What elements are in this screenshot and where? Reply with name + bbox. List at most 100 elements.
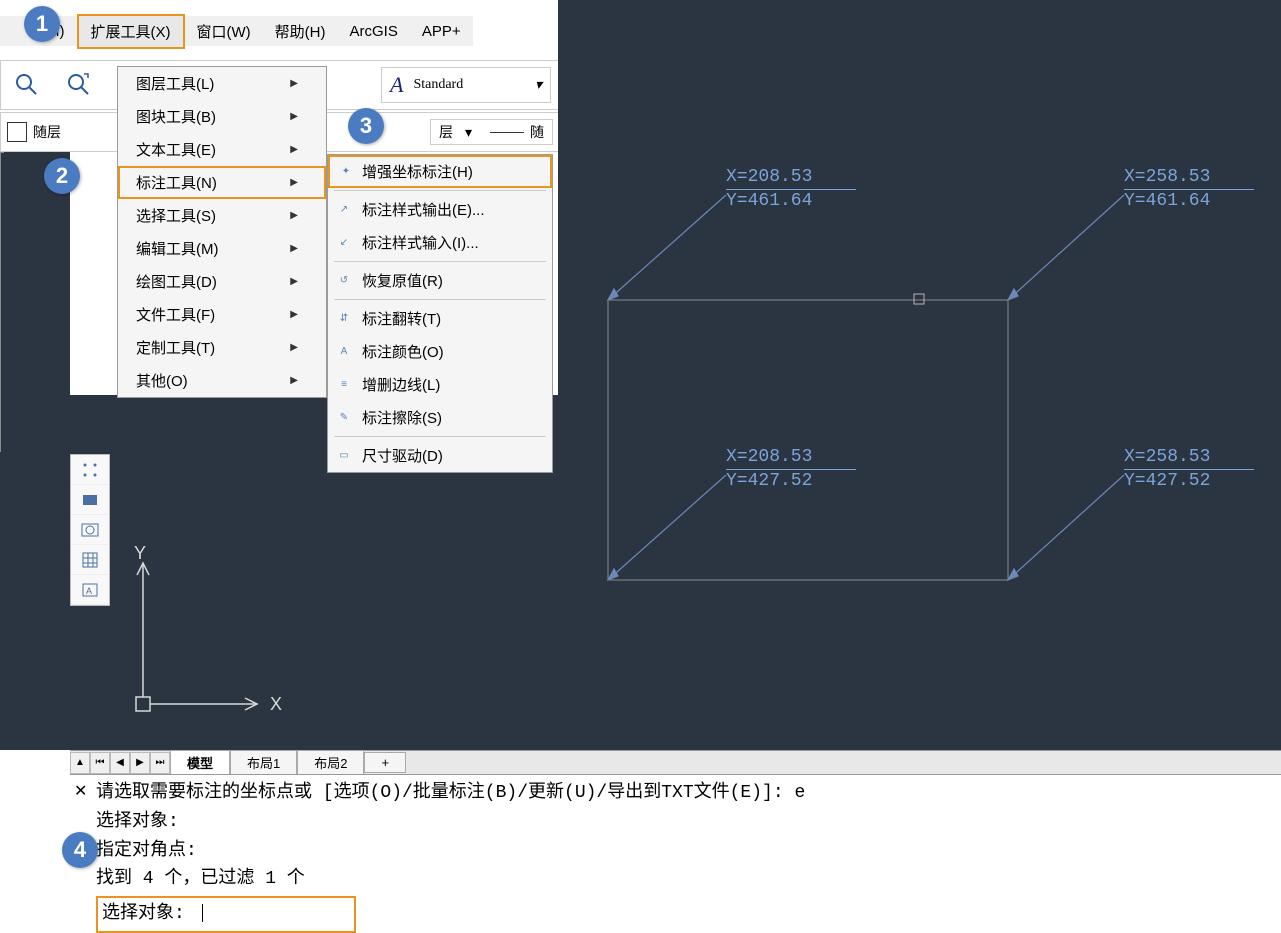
panel-border xyxy=(0,152,4,452)
command-line-panel: ✕ 请选取需要标注的坐标点或 [选项(O)/批量标注(B)/更新(U)/导出到T… xyxy=(70,774,1281,925)
submenu-flip[interactable]: ⇵标注翻转(T) xyxy=(328,302,552,335)
drive-icon: ▭ xyxy=(336,448,352,464)
tab-nav-first[interactable]: ⏮ xyxy=(90,752,110,774)
text-cursor xyxy=(202,904,203,922)
text-style-a-icon: A xyxy=(390,72,403,98)
extend-tools-menu: 图层工具(L)▶ 图块工具(B)▶ 文本工具(E)▶ 标注工具(N)▶ 选择工具… xyxy=(117,66,327,398)
restore-icon: ↺ xyxy=(336,273,352,289)
import-icon: ↙ xyxy=(336,235,352,251)
dimension-tools-submenu: ✦增强坐标标注(H) ↗标注样式输出(E)... ↙标注样式输入(I)... ↺… xyxy=(327,154,553,473)
svg-text:A: A xyxy=(86,586,92,596)
menu-file-tools[interactable]: 文件工具(F)▶ xyxy=(118,298,326,331)
menu-separator xyxy=(334,436,546,437)
submenu-arrow-icon: ▶ xyxy=(290,243,298,254)
menu-block-tools[interactable]: 图块工具(B)▶ xyxy=(118,100,326,133)
text-style-value: Standard xyxy=(413,77,463,93)
submenu-arrow-icon: ▶ xyxy=(290,177,298,188)
tab-layout1[interactable]: 布局1 xyxy=(230,750,297,775)
submenu-dim-erase[interactable]: ✎标注擦除(S) xyxy=(328,401,552,434)
ucs-y-label: Y xyxy=(134,545,146,563)
submenu-style-import[interactable]: ↙标注样式输入(I)... xyxy=(328,226,552,259)
menu-app-plus[interactable]: APP+ xyxy=(410,18,473,45)
submenu-add-del-line[interactable]: ≡增删边线(L) xyxy=(328,368,552,401)
tab-nav-last[interactable]: ⏭ xyxy=(150,752,170,774)
edge-icon: ≡ xyxy=(336,377,352,393)
zoom-extents-icon[interactable] xyxy=(61,67,97,103)
tool-points[interactable] xyxy=(71,455,109,485)
menu-text-tools[interactable]: 文本工具(E)▶ xyxy=(118,133,326,166)
menu-separator xyxy=(334,299,546,300)
cmd-history-line: 指定对角点: xyxy=(96,837,1277,866)
submenu-enhanced-coord[interactable]: ✦增强坐标标注(H) xyxy=(328,155,552,188)
menu-bar: (M) 扩展工具(X) 窗口(W) 帮助(H) ArcGIS APP+ xyxy=(0,16,473,46)
drawing-svg xyxy=(558,0,1281,750)
tool-text-frame[interactable]: A xyxy=(71,575,109,605)
tool-grid[interactable] xyxy=(71,545,109,575)
tool-circle[interactable] xyxy=(71,515,109,545)
tab-nav-up[interactable]: ▲ xyxy=(70,752,90,774)
menu-arcgis[interactable]: ArcGIS xyxy=(337,18,409,45)
step-badge-1: 1 xyxy=(24,6,60,42)
step-badge-4: 4 xyxy=(62,832,98,868)
submenu-arrow-icon: ▶ xyxy=(290,78,298,89)
drawing-canvas[interactable]: X=208.53 Y=461.64 X=258.53 Y=461.64 X=20… xyxy=(558,0,1281,750)
command-prompt: 选择对象: xyxy=(102,904,185,924)
cmd-history-line: 找到 4 个，已过滤 1 个 xyxy=(96,865,1277,894)
layer-suffix: 随 xyxy=(530,122,544,142)
tab-nav-prev[interactable]: ◀ xyxy=(110,752,130,774)
tab-layout2[interactable]: 布局2 xyxy=(297,750,364,775)
menu-layer-tools[interactable]: 图层工具(L)▶ xyxy=(118,67,326,100)
submenu-arrow-icon: ▶ xyxy=(290,276,298,287)
close-icon[interactable]: ✕ xyxy=(74,779,87,805)
submenu-arrow-icon: ▶ xyxy=(290,210,298,221)
coord-label-top-right: X=258.53 Y=461.64 xyxy=(1124,166,1254,214)
step-badge-3: 3 xyxy=(348,108,384,144)
draw-tool-palette: A xyxy=(70,454,110,606)
erase-icon: ✎ xyxy=(336,410,352,426)
layout-tabs: ▲ ⏮ ◀ ▶ ⏭ 模型 布局1 布局2 + xyxy=(70,750,1281,774)
submenu-size-drive[interactable]: ▭尺寸驱动(D) xyxy=(328,439,552,472)
color-icon: A xyxy=(336,344,352,360)
submenu-restore[interactable]: ↺恢复原值(R) xyxy=(328,264,552,297)
chevron-down-icon: ▾ xyxy=(535,77,542,94)
submenu-arrow-icon: ▶ xyxy=(290,342,298,353)
flip-icon: ⇵ xyxy=(336,311,352,327)
ucs-icon: Y X xyxy=(130,545,290,725)
layer-char: 层 xyxy=(439,122,453,142)
submenu-arrow-icon: ▶ xyxy=(290,309,298,320)
tab-add[interactable]: + xyxy=(364,752,406,773)
menu-separator xyxy=(334,190,546,191)
submenu-style-export[interactable]: ↗标注样式输出(E)... xyxy=(328,193,552,226)
zoom-window-icon[interactable] xyxy=(9,67,45,103)
menu-other[interactable]: 其他(O)▶ xyxy=(118,364,326,397)
menu-custom-tools[interactable]: 定制工具(T)▶ xyxy=(118,331,326,364)
cmd-history-line: 请选取需要标注的坐标点或 [选项(O)/批量标注(B)/更新(U)/导出到TXT… xyxy=(96,779,1277,808)
menu-select-tools[interactable]: 选择工具(S)▶ xyxy=(118,199,326,232)
tool-rect-fill[interactable] xyxy=(71,485,109,515)
menu-extend-tools[interactable]: 扩展工具(X) xyxy=(77,14,185,49)
cmd-history-line: 选择对象: xyxy=(96,808,1277,837)
tab-nav-next[interactable]: ▶ xyxy=(130,752,150,774)
coord-label-top-left: X=208.53 Y=461.64 xyxy=(726,166,856,214)
layer-selector[interactable]: 层 ▾ 随 xyxy=(430,119,553,145)
layer-bylayer-label: 随层 xyxy=(33,122,61,142)
menu-window[interactable]: 窗口(W) xyxy=(185,16,263,47)
submenu-arrow-icon: ▶ xyxy=(290,111,298,122)
menu-draw-tools[interactable]: 绘图工具(D)▶ xyxy=(118,265,326,298)
submenu-arrow-icon: ▶ xyxy=(290,144,298,155)
menu-dimension-tools[interactable]: 标注工具(N)▶ xyxy=(118,166,326,199)
ucs-x-label: X xyxy=(270,694,282,714)
menu-help[interactable]: 帮助(H) xyxy=(263,16,338,47)
step-badge-2: 2 xyxy=(44,158,80,194)
export-icon: ↗ xyxy=(336,202,352,218)
coord-label-bottom-right: X=258.53 Y=427.52 xyxy=(1124,446,1254,494)
submenu-color[interactable]: A标注颜色(O) xyxy=(328,335,552,368)
command-input[interactable]: 选择对象: xyxy=(96,896,356,933)
submenu-arrow-icon: ▶ xyxy=(290,375,298,386)
coord-label-bottom-left: X=208.53 Y=427.52 xyxy=(726,446,856,494)
menu-edit-tools[interactable]: 编辑工具(M)▶ xyxy=(118,232,326,265)
text-style-selector[interactable]: A Standard ▾ xyxy=(381,67,551,103)
line-sample-icon xyxy=(490,132,524,133)
color-swatch[interactable] xyxy=(7,122,27,142)
tab-model[interactable]: 模型 xyxy=(170,750,230,775)
